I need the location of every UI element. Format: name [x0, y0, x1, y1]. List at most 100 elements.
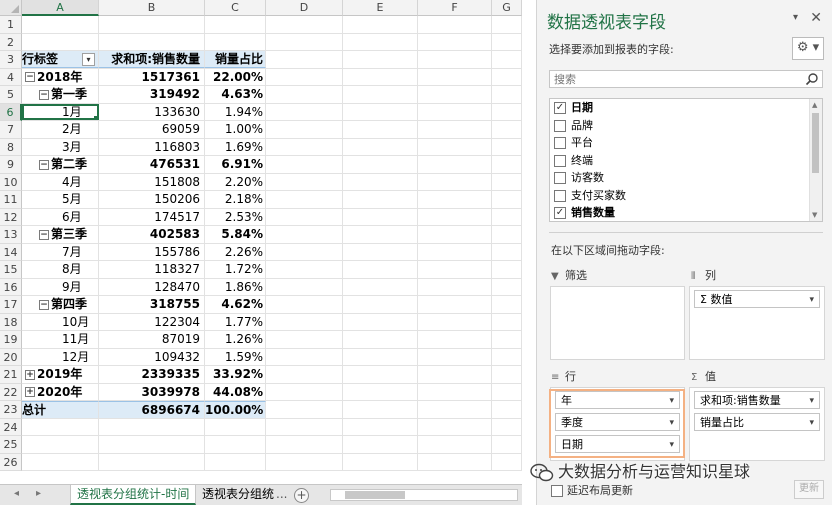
- pivot-total-percent[interactable]: 100.00%: [205, 401, 266, 418]
- row-header[interactable]: 2: [0, 33, 22, 51]
- empty-cell[interactable]: [418, 243, 492, 260]
- checkbox-icon[interactable]: [554, 189, 566, 202]
- empty-cell[interactable]: [418, 121, 492, 138]
- field-item[interactable]: ✓ 日期: [550, 99, 822, 117]
- columns-field-values[interactable]: Σ 数值 ▾: [694, 290, 820, 308]
- row-header[interactable]: 20: [0, 348, 22, 366]
- select-all-corner[interactable]: [0, 0, 22, 16]
- empty-cell[interactable]: [266, 401, 343, 418]
- pivot-percent[interactable]: 4.63%: [205, 86, 266, 103]
- pivot-percent[interactable]: 1.69%: [205, 138, 266, 155]
- checkbox-checked-icon[interactable]: ✓: [554, 102, 566, 114]
- column-header-f[interactable]: F: [418, 0, 492, 16]
- filter-dropdown-icon[interactable]: ▾: [82, 53, 95, 66]
- empty-cell[interactable]: [418, 51, 492, 68]
- pivot-value[interactable]: 3039978: [99, 383, 205, 400]
- pivot-row-label[interactable]: 10月: [22, 313, 99, 330]
- empty-cell[interactable]: [266, 418, 343, 435]
- values-area[interactable]: 求和项:销售数量 ▾ 销量占比 ▾: [689, 387, 825, 461]
- active-cell[interactable]: 1月: [22, 103, 99, 120]
- scroll-thumb[interactable]: [345, 491, 405, 499]
- row-header[interactable]: 11: [0, 191, 22, 209]
- empty-cell[interactable]: [418, 418, 492, 435]
- empty-cell[interactable]: [418, 261, 492, 278]
- empty-cell[interactable]: [343, 278, 418, 295]
- empty-cell[interactable]: [22, 33, 99, 50]
- collapse-icon[interactable]: −: [39, 89, 49, 100]
- pivot-percent[interactable]: 22.00%: [205, 68, 266, 85]
- pivot-value[interactable]: 318755: [99, 296, 205, 313]
- empty-cell[interactable]: [492, 278, 522, 295]
- empty-cell[interactable]: [492, 208, 522, 225]
- empty-cell[interactable]: [343, 68, 418, 85]
- tab-pivot-other[interactable]: 透视表分组统: [196, 485, 280, 505]
- empty-cell[interactable]: [492, 86, 522, 103]
- expand-icon[interactable]: +: [25, 369, 35, 380]
- empty-cell[interactable]: [343, 16, 418, 33]
- empty-cell[interactable]: [343, 191, 418, 208]
- defer-checkbox[interactable]: [551, 485, 563, 497]
- pivot-value[interactable]: 87019: [99, 331, 205, 348]
- cell-grid[interactable]: 行标签 ▾ 求和项:销售数量 销量占比 −2018年 1517361 22.00% − 第一季 3…: [22, 16, 522, 471]
- pivot-percent[interactable]: 33.92%: [205, 366, 266, 383]
- empty-cell[interactable]: [266, 16, 343, 33]
- pivot-row-label[interactable]: 7月: [22, 243, 99, 260]
- empty-cell[interactable]: [266, 103, 343, 120]
- pivot-percent[interactable]: 2.18%: [205, 191, 266, 208]
- empty-cell[interactable]: [343, 383, 418, 400]
- chevron-down-icon[interactable]: ▾: [809, 392, 814, 410]
- empty-cell[interactable]: [343, 121, 418, 138]
- row-header[interactable]: 13: [0, 226, 22, 244]
- empty-cell[interactable]: [99, 436, 205, 453]
- empty-cell[interactable]: [343, 156, 418, 173]
- empty-cell[interactable]: [22, 453, 99, 470]
- pivot-row-label[interactable]: −2018年: [22, 68, 99, 85]
- empty-cell[interactable]: [266, 156, 343, 173]
- pivot-row-label[interactable]: +2019年: [22, 366, 99, 383]
- empty-cell[interactable]: [418, 226, 492, 243]
- empty-cell[interactable]: [418, 278, 492, 295]
- empty-cell[interactable]: [22, 436, 99, 453]
- empty-cell[interactable]: [418, 296, 492, 313]
- column-header-b[interactable]: B: [99, 0, 205, 16]
- empty-cell[interactable]: [492, 366, 522, 383]
- checkbox-icon[interactable]: [554, 172, 566, 184]
- empty-cell[interactable]: [343, 436, 418, 453]
- scroll-thumb[interactable]: [812, 113, 819, 173]
- filter-area[interactable]: [550, 286, 685, 360]
- field-item[interactable]: 支付买家数: [550, 187, 822, 205]
- expand-icon[interactable]: +: [25, 387, 35, 397]
- empty-cell[interactable]: [99, 453, 205, 470]
- empty-cell[interactable]: [492, 173, 522, 190]
- empty-cell[interactable]: [418, 208, 492, 225]
- empty-cell[interactable]: [418, 313, 492, 330]
- row-header[interactable]: 18: [0, 313, 22, 331]
- pivot-row-label-header[interactable]: 行标签 ▾: [22, 51, 99, 68]
- pivot-value[interactable]: 155786: [99, 243, 205, 260]
- empty-cell[interactable]: [492, 401, 522, 418]
- empty-cell[interactable]: [492, 121, 522, 138]
- empty-cell[interactable]: [492, 243, 522, 260]
- worksheet[interactable]: A B C D E F G 1 2 3 4 5 6 7 8 9 10 11 12 13 14 15 16 17 1…: [0, 0, 522, 505]
- update-button[interactable]: 更新: [794, 480, 824, 499]
- field-list-scrollbar[interactable]: ▲ ▼: [809, 99, 822, 221]
- empty-cell[interactable]: [418, 436, 492, 453]
- pivot-value[interactable]: 69059: [99, 121, 205, 138]
- empty-cell[interactable]: [266, 243, 343, 260]
- pivot-percent[interactable]: 1.72%: [205, 261, 266, 278]
- field-item[interactable]: 品牌: [550, 117, 822, 135]
- pivot-row-label[interactable]: 6月: [22, 208, 99, 225]
- empty-cell[interactable]: [492, 68, 522, 85]
- column-header-e[interactable]: E: [343, 0, 418, 16]
- empty-cell[interactable]: [266, 226, 343, 243]
- pivot-value[interactable]: 118327: [99, 261, 205, 278]
- row-header[interactable]: 22: [0, 383, 22, 401]
- pivot-percent[interactable]: 2.26%: [205, 243, 266, 260]
- columns-area[interactable]: Σ 数值 ▾: [689, 286, 825, 360]
- empty-cell[interactable]: [266, 261, 343, 278]
- empty-cell[interactable]: [205, 453, 266, 470]
- pivot-row-label[interactable]: +2020年: [22, 383, 99, 400]
- pivot-row-label[interactable]: 5月: [22, 191, 99, 208]
- empty-cell[interactable]: [266, 436, 343, 453]
- row-header[interactable]: 5: [0, 86, 22, 104]
